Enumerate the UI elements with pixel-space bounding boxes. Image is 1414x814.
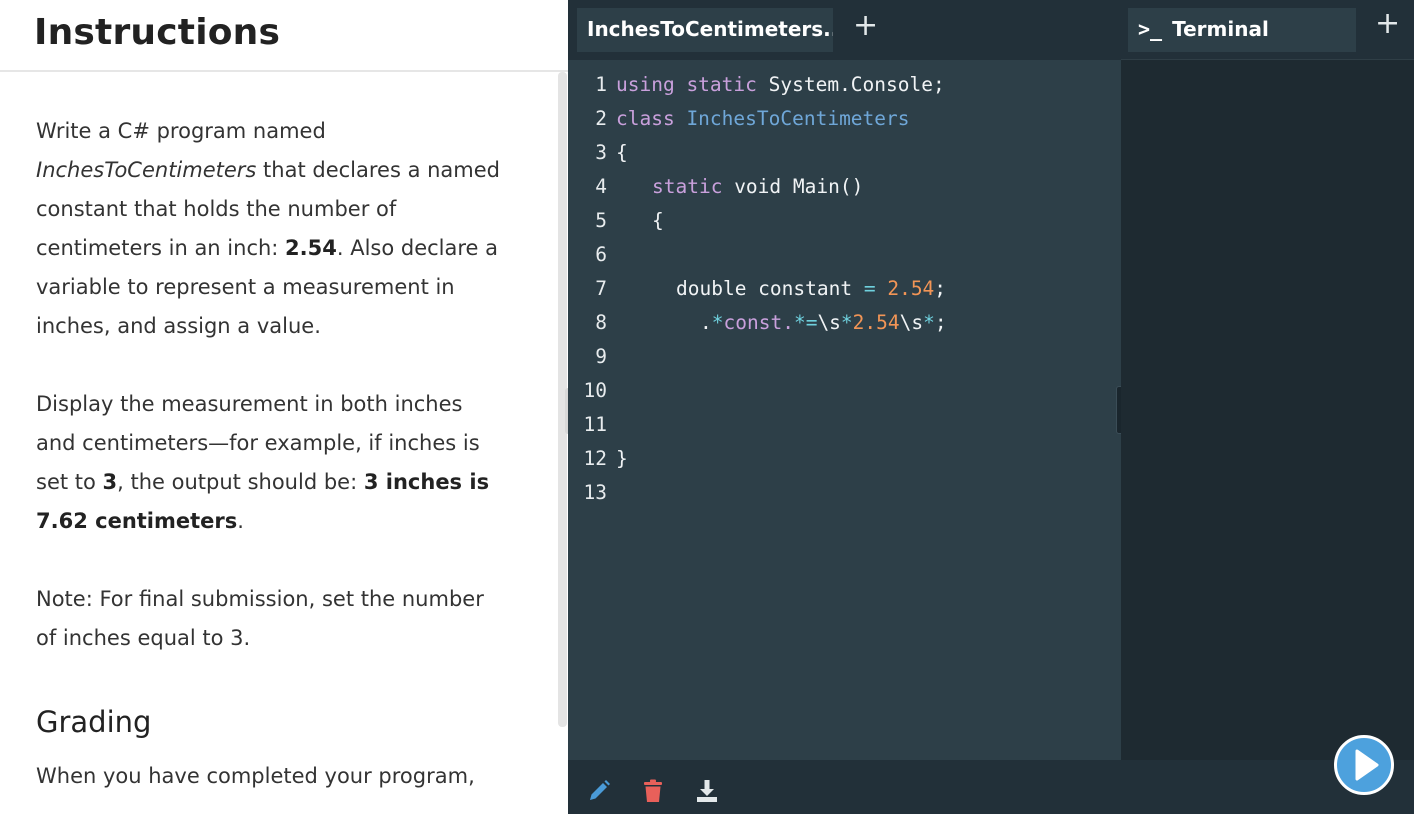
text-span: , the output should be: — [117, 470, 364, 494]
code-text: { — [616, 141, 628, 164]
keyword: class — [616, 107, 675, 130]
line-number: 12 — [583, 447, 607, 470]
add-file-button[interactable]: + — [853, 8, 878, 44]
code-token: const. — [723, 311, 794, 334]
line-number: 9 — [595, 345, 607, 368]
operator: *= — [793, 311, 818, 334]
line-number: 3 — [595, 141, 607, 164]
code-line: 2 class InchesToCentimeters — [568, 102, 1121, 136]
line-number: 7 — [595, 277, 607, 300]
text-span: . — [237, 509, 244, 533]
code-text: .*const.*=\s*2.54\s*; — [610, 306, 947, 340]
code-text: } — [616, 447, 628, 470]
code-text: using static System.Console; — [610, 68, 945, 102]
number-literal: 2.54 — [875, 277, 935, 300]
text-span: Write a C# program named — [36, 119, 326, 143]
code-line: 5 { — [568, 204, 1121, 238]
editor-tab-file[interactable]: InchesToCentimeters... — [577, 8, 833, 52]
editor-tab-bar: InchesToCentimeters... + — [568, 0, 1121, 60]
code-line: 11 — [568, 408, 1121, 442]
play-icon — [1355, 749, 1379, 781]
code-token: ; — [934, 311, 947, 334]
code-token: double constant — [676, 277, 864, 300]
code-text: class InchesToCentimeters — [610, 102, 910, 136]
code-area[interactable]: 1 using static System.Console; 2 class I… — [568, 68, 1121, 510]
instructions-title: Instructions — [34, 12, 281, 53]
code-line: 1 using static System.Console; — [568, 68, 1121, 102]
trash-icon[interactable] — [640, 778, 666, 804]
code-line: 12 } — [568, 442, 1121, 476]
line-number: 2 — [595, 107, 607, 130]
operator: * — [711, 311, 724, 334]
run-button[interactable] — [1334, 735, 1394, 795]
code-editor-pane: InchesToCentimeters... + 1 using static … — [568, 0, 1121, 814]
editor-toolbar — [568, 760, 1121, 814]
constant-value: 2.54 — [285, 236, 337, 260]
code-token: ; — [934, 277, 947, 300]
code-line: 7 double constant = 2.54; — [568, 272, 1121, 306]
code-line: 10 — [568, 374, 1121, 408]
operator: * — [840, 311, 853, 334]
class-name: InchesToCentimeters — [674, 107, 910, 130]
tab-terminal[interactable]: >_ Terminal — [1128, 8, 1356, 52]
code-token: \s — [899, 311, 924, 334]
code-line: 9 — [568, 340, 1121, 374]
code-text: static void Main() — [610, 170, 863, 204]
instructions-body: Write a C# program named InchesToCentime… — [0, 72, 500, 796]
add-terminal-button[interactable]: + — [1375, 6, 1400, 42]
keyword: static — [652, 175, 723, 198]
number-literal: 2.54 — [852, 311, 900, 334]
line-number: 11 — [583, 413, 607, 436]
operator: * — [923, 311, 935, 334]
line-number: 1 — [595, 73, 607, 96]
line-number: 5 — [595, 209, 607, 232]
line-number: 10 — [583, 379, 607, 402]
instructions-paragraph-1: Write a C# program named InchesToCentime… — [36, 112, 500, 346]
code-text: { — [652, 209, 664, 232]
code-token: . — [700, 311, 712, 334]
pencil-icon[interactable] — [586, 778, 612, 804]
keyword: using static — [616, 73, 757, 96]
instructions-paragraph-2: Display the measurement in both inches a… — [36, 385, 500, 541]
terminal-tab-bar: >_ Terminal + — [1121, 0, 1414, 60]
terminal-output[interactable] — [1121, 61, 1414, 760]
instructions-header: Instructions — [0, 0, 568, 72]
grading-text: When you have completed your program, — [36, 764, 475, 788]
code-token: System.Console; — [756, 73, 945, 96]
line-number: 6 — [595, 243, 607, 266]
download-icon[interactable] — [694, 778, 720, 804]
instructions-note: Note: For final submission, set the numb… — [36, 587, 484, 650]
grading-heading: Grading — [36, 705, 152, 739]
code-token: \s — [817, 311, 841, 334]
terminal-prompt-icon: >_ — [1138, 17, 1163, 41]
code-line: 6 — [568, 238, 1121, 272]
code-line: 13 — [568, 476, 1121, 510]
code-line: 4 static void Main() — [568, 170, 1121, 204]
operator: = — [863, 277, 876, 300]
line-number: 13 — [583, 481, 607, 504]
instructions-pane: Instructions Write a C# program named In… — [0, 0, 568, 814]
terminal-tab-label: Terminal — [1172, 17, 1269, 41]
code-line: 8 .*const.*=\s*2.54\s*; — [568, 306, 1121, 340]
example-inches: 3 — [102, 470, 118, 494]
line-number: 8 — [595, 311, 607, 334]
code-token: void Main() — [722, 175, 864, 198]
code-text: double constant = 2.54; — [610, 272, 946, 306]
terminal-pane: >_ Terminal + — [1121, 0, 1414, 814]
program-name: InchesToCentimeters — [36, 158, 257, 182]
line-number: 4 — [595, 175, 607, 198]
code-line: 3 { — [568, 136, 1121, 170]
